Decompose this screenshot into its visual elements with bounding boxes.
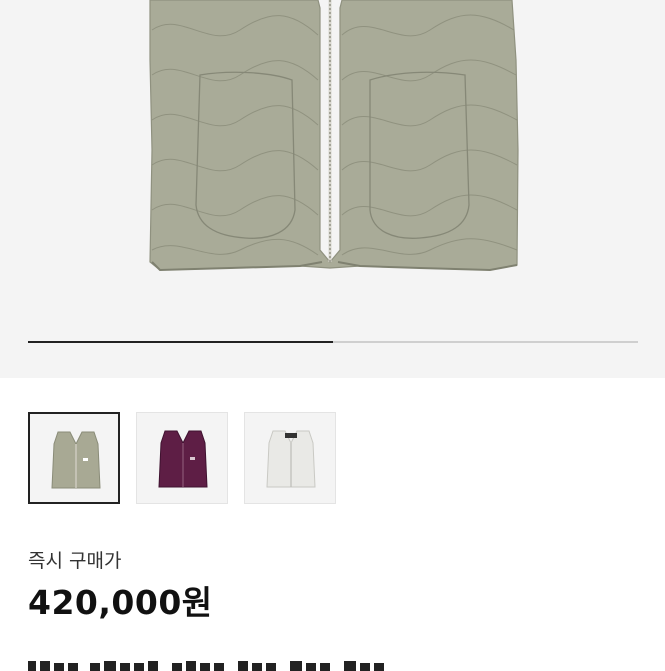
vest-white-thumbnail <box>266 430 316 488</box>
carousel-progress-bar <box>28 341 638 343</box>
vest-purple-thumbnail <box>158 430 208 488</box>
price-value: 420,000원 <box>28 583 213 622</box>
price-label: 즉시 구매가 <box>28 550 122 572</box>
thumbnail-purple[interactable] <box>136 412 228 504</box>
thumbnail-white[interactable] <box>244 412 336 504</box>
thumbnail-khaki[interactable] <box>28 412 120 504</box>
vest-khaki-thumbnail <box>51 431 101 489</box>
carousel-progress-fill <box>28 341 333 343</box>
quilted-vest-image <box>149 0 519 272</box>
product-image-area[interactable] <box>0 0 665 378</box>
product-title-cutoff <box>28 651 588 671</box>
